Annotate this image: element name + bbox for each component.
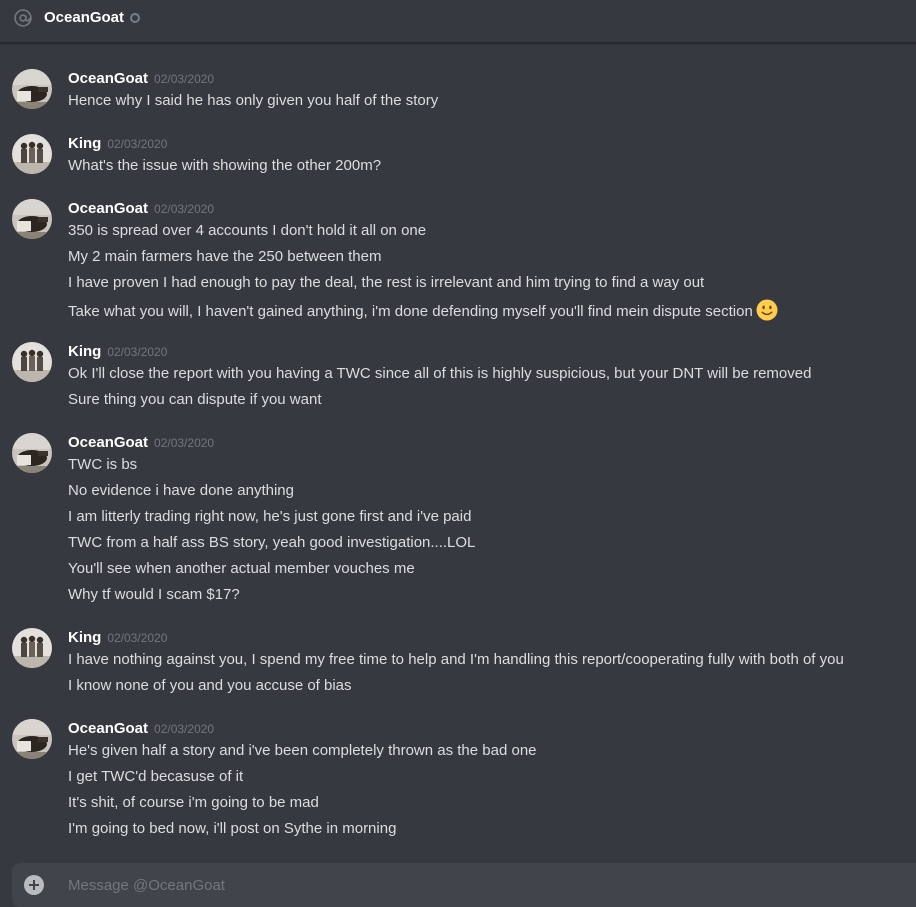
message-line: What's the issue with showing the other … (68, 157, 382, 174)
message-composer (12, 863, 916, 907)
avatar-oceangoat[interactable] (12, 69, 52, 109)
message-author[interactable]: OceanGoat 02/03/2020 (68, 199, 214, 219)
slightly-smiling-face-icon[interactable] (756, 299, 778, 321)
avatar-oceangoat[interactable] (12, 199, 52, 239)
message-timestamp: 02/03/2020 (107, 631, 168, 645)
message-author[interactable]: OceanGoat 02/03/2020 (68, 433, 214, 453)
message-line: I have nothing against you, I spend my f… (68, 651, 844, 668)
author-name[interactable]: King (68, 629, 101, 646)
message-timestamp: 02/03/2020 (107, 137, 168, 151)
message-author[interactable]: OceanGoat 02/03/2020 (68, 69, 214, 89)
message-author[interactable]: King 02/03/2020 (68, 342, 167, 362)
add-attachment-icon[interactable] (24, 875, 44, 895)
avatar-oceangoat[interactable] (12, 719, 52, 759)
message-line: Ok I'll close the report with you having… (68, 365, 812, 382)
message-line: I am litterly trading right now, he's ju… (68, 508, 472, 525)
message-line: Sure thing you can dispute if you want (68, 391, 322, 408)
message-line: You'll see when another actual member vo… (68, 560, 415, 577)
message-line: Hence why I said he has only given you h… (68, 92, 439, 109)
message-input[interactable] (68, 875, 888, 895)
message-timestamp: 02/03/2020 (154, 202, 215, 216)
message-line: Why tf would I scam $17? (68, 586, 240, 603)
message-timestamp: 02/03/2020 (154, 436, 215, 450)
message-timestamp: 02/03/2020 (107, 345, 168, 359)
channel-header: OceanGoat (0, 0, 916, 43)
message-line: He's given half a story and i've been co… (68, 742, 537, 759)
avatar-king[interactable] (12, 134, 52, 174)
at-icon (14, 9, 32, 27)
avatar-oceangoat[interactable] (12, 433, 52, 473)
message-line: I'm going to bed now, i'll post on Sythe… (68, 820, 397, 837)
message-line: 350 is spread over 4 accounts I don't ho… (68, 222, 427, 239)
message-line: I get TWC'd becasuse of it (68, 768, 244, 785)
author-name[interactable]: OceanGoat (68, 720, 148, 737)
channel-title: OceanGoat (44, 9, 125, 26)
message-line: It's shit, of course i'm going to be mad (68, 794, 319, 811)
message-timestamp: 02/03/2020 (154, 722, 215, 736)
message-line: No evidence i have done anything (68, 482, 294, 499)
message-author[interactable]: King 02/03/2020 (68, 134, 167, 154)
message-line: TWC from a half ass BS story, yeah good … (68, 534, 476, 551)
author-name[interactable]: OceanGoat (68, 70, 148, 87)
author-name[interactable]: King (68, 343, 101, 360)
avatar-king[interactable] (12, 628, 52, 668)
message-line: I have proven I had enough to pay the de… (68, 274, 705, 291)
message-list: OceanGoat 02/03/2020 Hence why I said he … (0, 44, 916, 859)
message-line: I know none of you and you accuse of bia… (68, 677, 352, 694)
message-text: Take what you will, I haven't gained any… (68, 303, 753, 320)
author-name[interactable]: OceanGoat (68, 200, 148, 217)
avatar-king[interactable] (12, 342, 52, 382)
author-name[interactable]: OceanGoat (68, 434, 148, 451)
author-name[interactable]: King (68, 135, 101, 152)
message-line: TWC is bs (68, 456, 138, 473)
status-indicator (130, 13, 140, 23)
message-author[interactable]: King 02/03/2020 (68, 628, 167, 648)
message-line: My 2 main farmers have the 250 between t… (68, 248, 382, 265)
message-line: Take what you will, I haven't gained any… (68, 299, 778, 322)
message-timestamp: 02/03/2020 (154, 72, 215, 86)
message-author[interactable]: OceanGoat 02/03/2020 (68, 719, 214, 739)
